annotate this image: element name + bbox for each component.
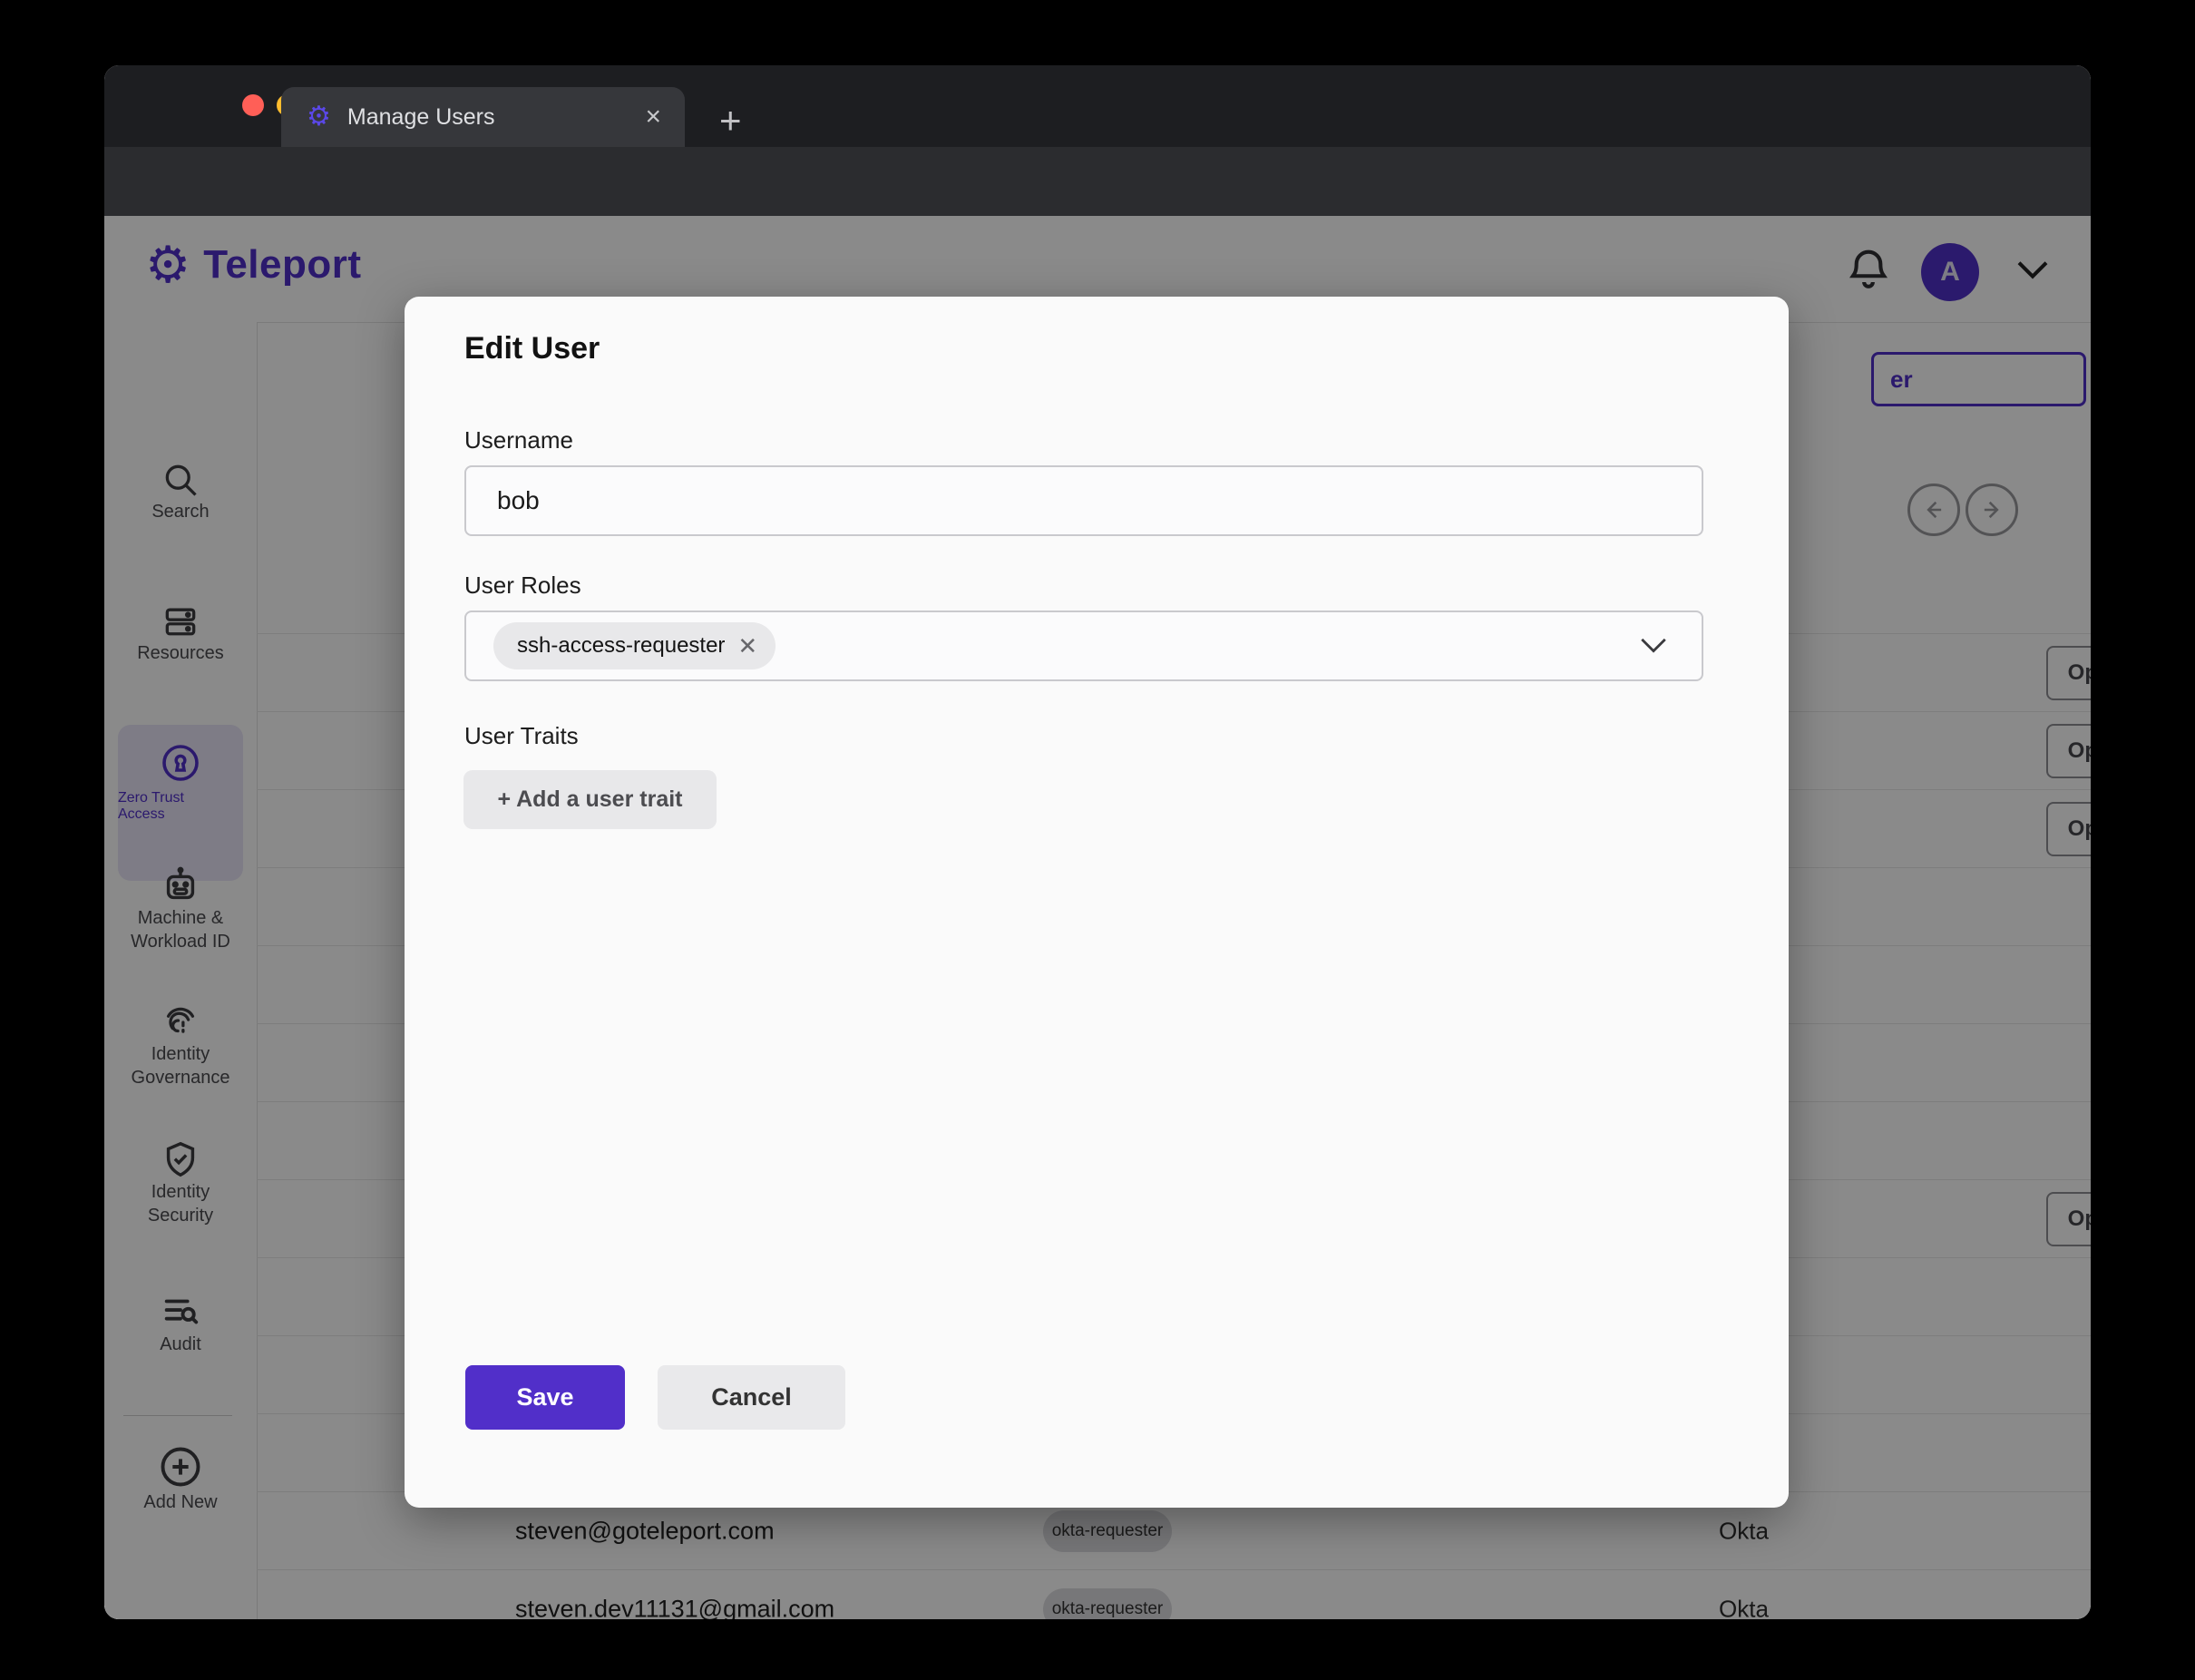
username-field[interactable]: bob [464,465,1703,536]
save-button[interactable]: Save [465,1365,625,1430]
user-roles-label: User Roles [464,571,581,600]
user-roles-select[interactable]: ssh-access-requester ✕ [464,610,1703,681]
username-label: Username [464,426,573,454]
add-user-trait-button[interactable]: + Add a user trait [463,770,717,829]
teleport-app: ⚙ Teleport A Search [104,216,2091,1619]
browser-toolbar: root.gravitational.io:3080/web/users ☆ I… [104,147,2091,216]
traffic-light-close[interactable] [242,94,264,116]
close-tab-icon[interactable]: × [645,102,661,132]
username-value: bob [497,486,540,515]
new-tab-button[interactable]: + [719,102,742,140]
edit-user-dialog: Edit User Username bob User Roles ssh-ac… [405,297,1789,1508]
browser-window: ⚙ Manage Users × + root.gravitational.io… [104,65,2091,1619]
tab-strip: ⚙ Manage Users × + [104,65,2091,147]
browser-tab[interactable]: ⚙ Manage Users × [281,87,685,147]
cancel-button[interactable]: Cancel [658,1365,845,1430]
remove-role-icon[interactable]: ✕ [737,632,757,660]
role-chip[interactable]: ssh-access-requester ✕ [493,622,776,669]
user-traits-label: User Traits [464,722,579,750]
roles-chevron-down-icon[interactable] [1638,637,1669,655]
role-chip-label: ssh-access-requester [517,633,725,659]
tab-title: Manage Users [347,104,646,131]
dialog-title: Edit User [464,331,600,366]
teleport-favicon-gear-icon: ⚙ [307,103,331,131]
